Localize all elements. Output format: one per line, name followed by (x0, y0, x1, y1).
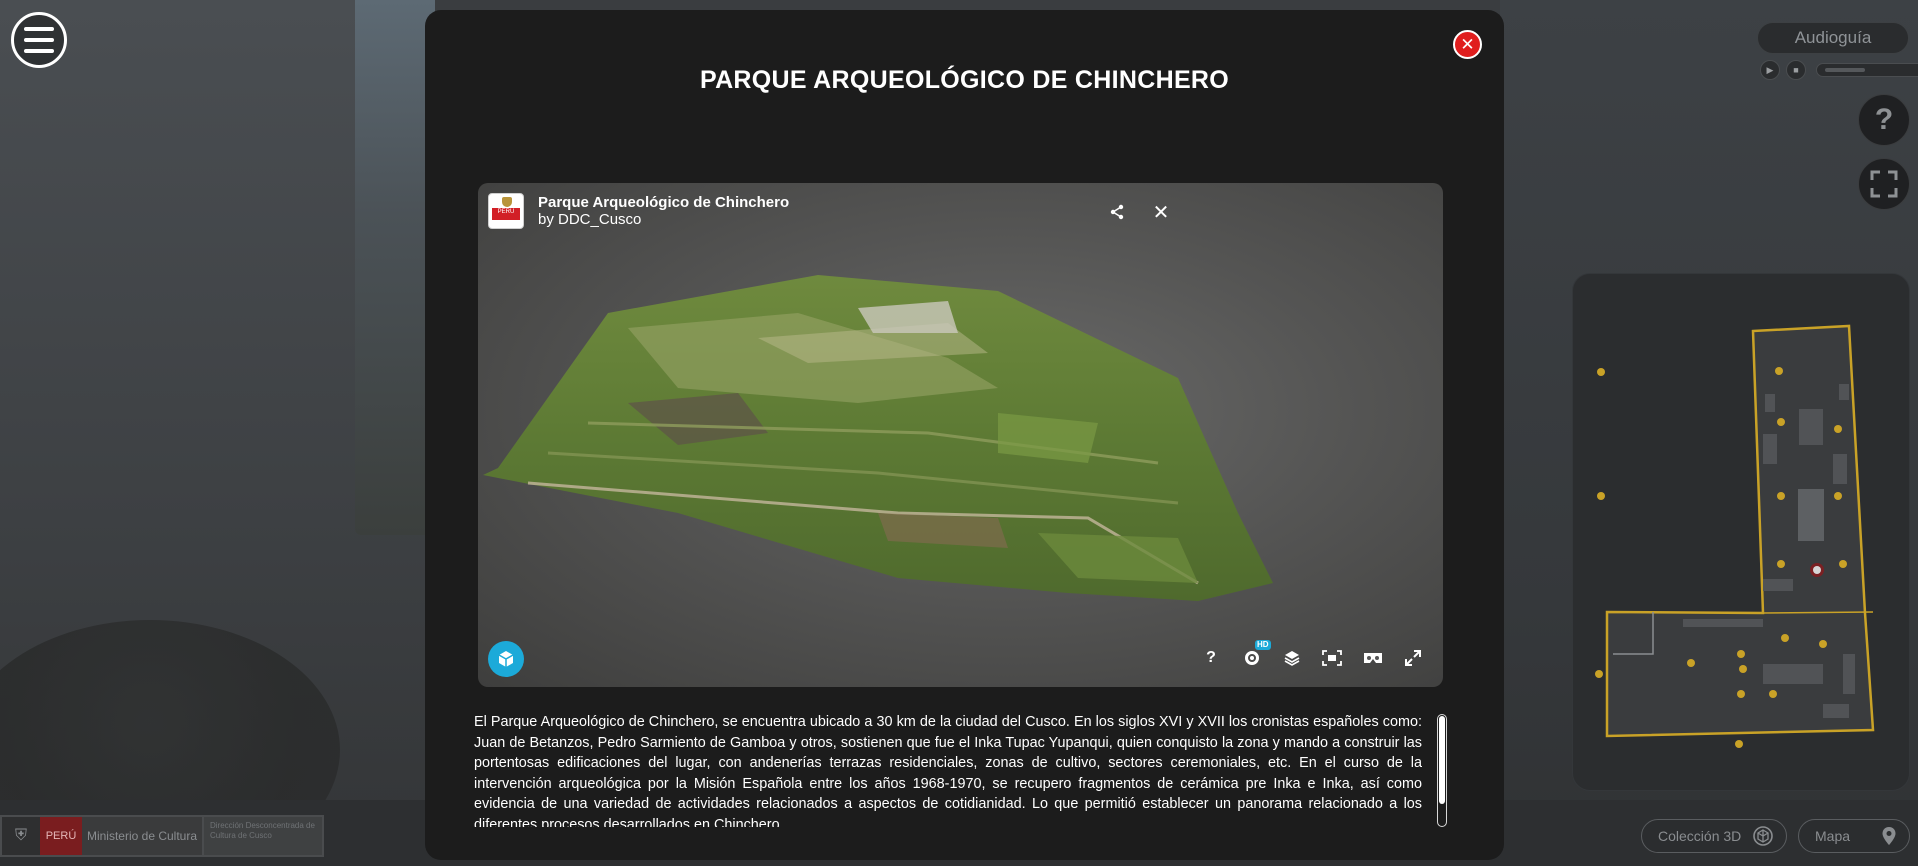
map-button[interactable]: Mapa (1798, 819, 1910, 853)
hamburger-icon-line (24, 49, 54, 53)
audio-controls: ▶ ■ (1760, 60, 1918, 80)
footer-logos[interactable]: ⛨ PERÚ Ministerio de Cultura Dirección D… (0, 815, 324, 857)
layers-icon[interactable] (1281, 647, 1303, 669)
ministry-logo: Ministerio de Cultura (82, 817, 202, 855)
description-scrollbar[interactable] (1437, 714, 1447, 827)
avatar-text: PERÚ (497, 209, 515, 215)
terrain-model (483, 275, 1273, 601)
author-line: by DDC_Cusco (538, 211, 789, 228)
play-icon[interactable]: ▶ (1760, 60, 1780, 80)
floor-plan-map (1595, 324, 1875, 748)
modal-close-button[interactable]: ✕ (1453, 30, 1482, 59)
minimap[interactable] (1572, 273, 1910, 791)
share-icon[interactable] (1106, 201, 1128, 223)
audio-progress-slider[interactable] (1816, 63, 1918, 77)
avatar-shield-icon (502, 197, 512, 207)
collection-3d-button[interactable]: Colección 3D (1641, 819, 1787, 853)
stop-icon[interactable]: ■ (1786, 60, 1806, 80)
map-pin-icon (1882, 827, 1896, 845)
peru-logo: PERÚ (40, 817, 82, 855)
author-prefix: by (538, 211, 554, 228)
author-link[interactable]: DDC_Cusco (558, 211, 641, 228)
sketchfab-viewer[interactable]: PERÚ Parque Arqueológico de Chinchero by… (478, 183, 1443, 687)
model-name-link[interactable]: Parque Arqueológico de Chinchero (538, 194, 789, 211)
viewer-header: PERÚ Parque Arqueológico de Chinchero by… (488, 193, 789, 229)
fullscreen-button[interactable] (1858, 158, 1910, 210)
collection-3d-label: Colección 3D (1658, 828, 1742, 844)
map-label: Mapa (1815, 828, 1851, 844)
author-avatar[interactable]: PERÚ (488, 193, 524, 229)
settings-icon[interactable] (1241, 647, 1263, 669)
hamburger-icon-line (24, 27, 54, 31)
menu-button[interactable] (11, 12, 67, 68)
model-description: El Parque Arqueológico de Chinchero, se … (474, 714, 1422, 827)
hamburger-icon-line (24, 38, 54, 42)
cube-icon (1753, 826, 1773, 846)
directorate-logo: Dirección Desconcentrada de Cultura de C… (202, 817, 322, 855)
close-icon[interactable]: ✕ (1150, 201, 1172, 224)
background-photo-panel (355, 0, 435, 535)
ar-icon[interactable] (1321, 647, 1343, 669)
modal-title: PARQUE ARQUEOLÓGICO DE CHINCHERO (699, 66, 1230, 94)
fullscreen-icon[interactable] (1402, 647, 1424, 669)
expand-icon (1870, 170, 1898, 198)
help-button[interactable]: ? (1858, 94, 1910, 146)
hd-badge: HD (1255, 640, 1271, 650)
vr-icon[interactable] (1362, 647, 1384, 669)
viewer-title-block: Parque Arqueológico de Chinchero by DDC_… (538, 194, 789, 228)
peru-shield-icon: ⛨ (2, 817, 40, 855)
sketchfab-logo[interactable] (488, 641, 524, 677)
help-icon[interactable]: ? (1200, 647, 1222, 669)
audioguide-label: Audioguía (1757, 22, 1909, 54)
